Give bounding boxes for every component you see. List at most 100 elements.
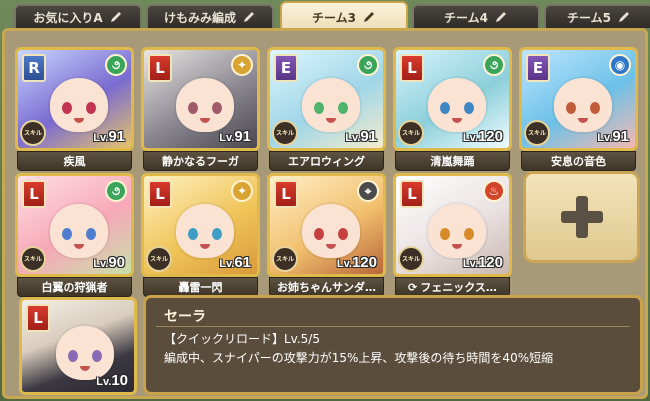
character-nameplate: 静かなるフーガ (143, 151, 258, 171)
leader-portrait: L Lv.10 (19, 297, 137, 395)
skill-badge-icon: スキル (272, 120, 298, 146)
rarity-badge: L (148, 54, 172, 82)
rarity-badge: L (22, 180, 46, 208)
team-member-card[interactable]: L ♨ スキル Lv.120 ⟳ フェニックス… (393, 173, 512, 297)
add-member-button[interactable] (523, 171, 640, 263)
character-portrait: L ✦ Lv.91 (141, 47, 260, 151)
tab-team-4[interactable]: チーム4 (412, 4, 540, 28)
team-panel: R ૭ スキル Lv.91 疾風 L ✦ Lv.91 静かなるフーガ E ૭ ス… (2, 28, 648, 399)
character-portrait: E ૭ スキル Lv.91 (267, 47, 386, 151)
character-portrait: R ૭ スキル Lv.91 (15, 47, 134, 151)
skill-badge-icon: スキル (146, 246, 172, 272)
tab-label: チーム4 (444, 10, 488, 25)
crosshair-icon: ⌖ (357, 180, 379, 202)
level-label: Lv.10 (96, 372, 128, 389)
pencil-icon[interactable] (242, 10, 256, 24)
character-name: 静かなるフーガ (162, 155, 239, 168)
character-portrait: L ૭ スキル Lv.90 (15, 173, 134, 277)
rarity-badge: L (26, 304, 50, 332)
pencil-icon[interactable] (362, 10, 376, 24)
team-member-card[interactable]: L ૭ スキル Lv.120 清嵐舞踊 (393, 47, 512, 171)
level-label: Lv.90 (93, 254, 125, 271)
team-member-card[interactable]: L ✦ Lv.91 静かなるフーガ (141, 47, 260, 171)
rarity-badge: E (274, 54, 298, 82)
divider (156, 326, 630, 327)
character-nameplate: 白翼の狩猟者 (17, 277, 132, 297)
tab-label: けもみみ編成 (163, 10, 236, 25)
team-member-card[interactable]: L ✦ スキル Lv.61 轟雷一閃 (141, 173, 260, 297)
team-tab-bar: お気に入りA けもみみ編成 チーム3 チーム4 チーム5 (0, 0, 650, 31)
level-label: Lv.120 (336, 254, 377, 271)
team-member-card[interactable]: E ૭ スキル Lv.91 エアロウィング (267, 47, 386, 171)
tab-team-5[interactable]: チーム5 (544, 4, 650, 28)
wind-icon: ૭ (483, 54, 505, 76)
tab-label: チーム3 (312, 10, 356, 25)
light-icon: ✦ (231, 54, 253, 76)
character-portrait: E ◉ スキル Lv.91 (519, 47, 638, 151)
character-name: エアロウィング (288, 155, 365, 168)
team-member-card[interactable]: E ◉ スキル Lv.91 安息の音色 (519, 47, 638, 171)
character-name: 疾風 (63, 155, 86, 168)
level-label: Lv.91 (93, 128, 125, 145)
character-face (428, 78, 486, 132)
leader-card[interactable]: L Lv.10 (19, 297, 137, 395)
rarity-badge: R (22, 54, 46, 82)
skill-description: セーラ 【クイックリロード】Lv.5/5 編成中、スナイパーの攻撃力が15%上昇… (143, 295, 643, 395)
character-name: 白翼の狩猟者 (41, 281, 108, 294)
character-face (302, 204, 360, 258)
team-member-card[interactable]: R ૭ スキル Lv.91 疾風 (15, 47, 134, 171)
wind-icon: ૭ (105, 180, 127, 202)
pencil-icon[interactable] (494, 10, 508, 24)
refresh-icon: ⟳ (408, 280, 418, 294)
skill-badge-icon: スキル (20, 246, 46, 272)
team-member-card[interactable]: L ⌖ スキル Lv.120 お姉ちゃんサンダ… (267, 173, 386, 297)
character-name: 安息の音色 (551, 155, 606, 168)
character-nameplate: 轟雷一閃 (143, 277, 258, 297)
skill-badge-icon: スキル (398, 246, 424, 272)
plus-icon (560, 196, 603, 238)
tab-label: お気に入りA (33, 10, 103, 25)
character-name: セーラ (164, 309, 206, 325)
character-nameplate: ⟳ フェニックス… (395, 277, 510, 297)
fire-icon: ♨ (483, 180, 505, 202)
water-icon: ◉ (609, 54, 631, 76)
character-face (176, 78, 234, 132)
character-nameplate: お姉ちゃんサンダ… (269, 277, 384, 297)
character-face (50, 78, 108, 132)
light-icon: ✦ (231, 180, 253, 202)
character-portrait: L ✦ スキル Lv.61 (141, 173, 260, 277)
character-face (50, 204, 108, 258)
character-name: 轟雷一閃 (178, 281, 223, 294)
pencil-icon[interactable] (109, 10, 123, 24)
tab-favorite-a[interactable]: お気に入りA (14, 4, 142, 28)
skill-name: 【クイックリロード】Lv.5/5 (164, 332, 320, 346)
character-nameplate: 清嵐舞踊 (395, 151, 510, 171)
character-face (428, 204, 486, 258)
pencil-icon[interactable] (617, 10, 631, 24)
level-label: Lv.91 (597, 128, 629, 145)
tab-team-3[interactable]: チーム3 (280, 1, 408, 31)
character-portrait: L ♨ スキル Lv.120 (393, 173, 512, 277)
rarity-badge: L (400, 54, 424, 82)
character-name: 清嵐舞踊 (430, 155, 475, 168)
level-label: Lv.120 (462, 128, 503, 145)
character-name: フェニックス… (420, 281, 497, 294)
character-portrait: L ⌖ スキル Lv.120 (267, 173, 386, 277)
rarity-badge: L (274, 180, 298, 208)
wind-icon: ૭ (357, 54, 379, 76)
character-face (554, 78, 612, 132)
character-nameplate: 安息の音色 (521, 151, 636, 171)
character-portrait: L ૭ スキル Lv.120 (393, 47, 512, 151)
character-nameplate: エアロウィング (269, 151, 384, 171)
rarity-badge: E (526, 54, 550, 82)
character-face (176, 204, 234, 258)
character-name: お姉ちゃんサンダ… (277, 281, 376, 294)
character-face (302, 78, 360, 132)
skill-badge-icon: スキル (272, 246, 298, 272)
tab-kemomimi[interactable]: けもみみ編成 (146, 4, 274, 28)
skill-badge-icon: スキル (398, 120, 424, 146)
skill-effect: 編成中、スナイパーの攻撃力が15%上昇、攻撃後の待ち時間を40%短縮 (164, 351, 554, 365)
team-member-card[interactable]: L ૭ スキル Lv.90 白翼の狩猟者 (15, 173, 134, 297)
level-label: Lv.120 (462, 254, 503, 271)
character-nameplate: 疾風 (17, 151, 132, 171)
